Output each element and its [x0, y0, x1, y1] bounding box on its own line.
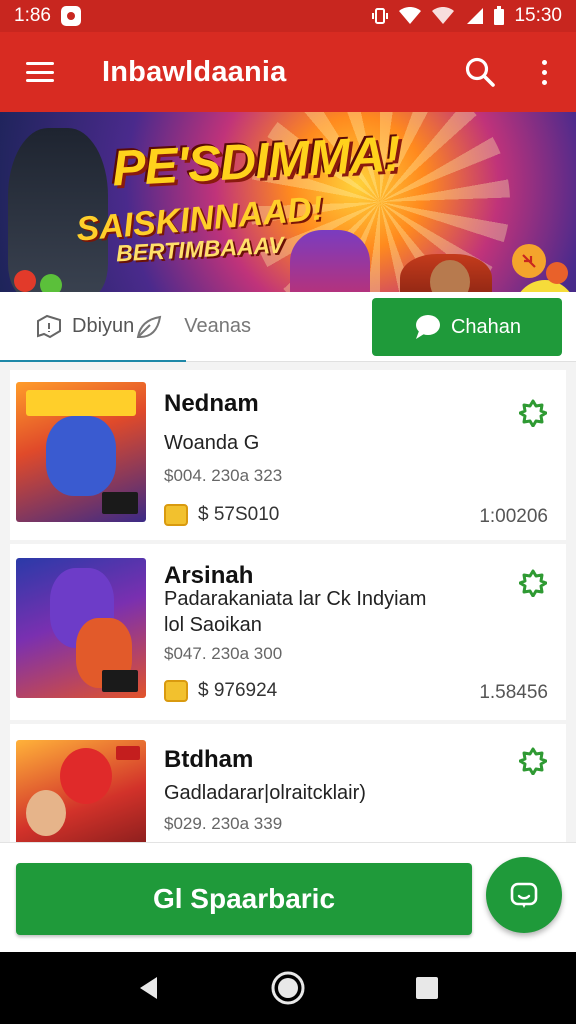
chat-smile-icon	[510, 882, 538, 908]
list-item[interactable]: Arsinah Padarakaniata lar Ck Indyiam lol…	[10, 544, 566, 720]
item-total: 1.58456	[479, 682, 548, 703]
item-price-value: $ 976924	[198, 680, 278, 701]
more-options-button[interactable]	[512, 32, 576, 112]
item-meta: $029. 230a 339	[164, 814, 283, 833]
recents-icon	[415, 977, 438, 999]
badge-star-icon	[519, 569, 547, 597]
game-list: Nednam Woanda G $004. 230a 323 $ 57S010 …	[0, 362, 576, 842]
game-thumbnail	[16, 558, 146, 698]
battery-icon	[494, 6, 505, 25]
coin-icon	[164, 680, 188, 702]
tab-dbiyun[interactable]: Dbiyun	[0, 292, 187, 363]
item-meta: $004. 230a 323	[164, 466, 283, 485]
list-item[interactable]: Nednam Woanda G $004. 230a 323 $ 57S010 …	[10, 370, 566, 540]
app-title: Inbawldaania	[102, 55, 287, 88]
chat-bubble-icon	[415, 315, 440, 339]
item-name: Arsinah	[164, 562, 254, 589]
vibrate-icon	[372, 8, 389, 24]
status-time-right: 15:30	[514, 5, 562, 26]
promo-banner[interactable]: PE'SDIMMA! SAISKINNAAD! BERTIMBAAAV	[0, 112, 576, 292]
nav-recents-button[interactable]	[397, 958, 457, 1018]
wifi-icon	[399, 7, 422, 24]
banner-fruit	[546, 262, 568, 284]
chat-button-label: Chahan	[450, 315, 522, 338]
back-icon	[140, 977, 158, 999]
banner-badge-icon[interactable]	[512, 244, 546, 278]
primary-action-button[interactable]: Gl Spaarbaric	[16, 863, 472, 935]
item-subtitle: Padarakaniata lar Ck Indyiam	[164, 588, 427, 610]
tab-label: Veanas	[184, 315, 251, 337]
search-icon	[465, 57, 495, 87]
home-icon	[271, 971, 305, 1005]
app-screen: 1:86 15:30 Inbawldaania PE'SDIMMA! SAISK…	[0, 0, 576, 1024]
chat-fab-button[interactable]	[486, 857, 562, 933]
item-subtitle: Gadladarar|olraitcklair)	[164, 782, 366, 804]
tab-veanas[interactable]: Veanas	[134, 292, 251, 362]
app-bar: Inbawldaania	[0, 32, 576, 112]
banner-character-guitarist	[290, 230, 370, 292]
badge-star-icon	[519, 747, 547, 775]
item-price-value: $ 57S010	[198, 504, 280, 525]
item-meta: $047. 230a 300	[164, 644, 283, 663]
menu-button[interactable]	[0, 32, 80, 112]
search-button[interactable]	[448, 32, 512, 112]
wifi-2-icon	[432, 7, 455, 24]
leaf-icon	[137, 315, 162, 338]
item-subtitle-2: lol Saoikan	[164, 614, 262, 636]
notification-icon	[60, 6, 81, 26]
favorite-button[interactable]	[518, 398, 548, 428]
coin-icon	[164, 504, 188, 526]
item-price: $ 57S010	[164, 504, 279, 526]
item-price: $ 976924	[164, 680, 277, 702]
favorite-button[interactable]	[518, 568, 548, 598]
item-subtitle: Woanda G	[164, 432, 260, 454]
banner-character-toy	[514, 280, 576, 292]
badge-star-icon	[519, 399, 547, 427]
system-nav-bar	[0, 952, 576, 1024]
favorite-button[interactable]	[518, 746, 548, 776]
menu-icon	[26, 62, 54, 82]
banner-fruit	[40, 274, 62, 292]
tab-label: Dbiyun	[72, 315, 135, 337]
banner-fruit	[14, 270, 36, 292]
item-name: Btdham	[164, 746, 254, 773]
nav-back-button[interactable]	[119, 958, 179, 1018]
bottom-action-bar: Gl Spaarbaric	[0, 842, 576, 952]
chat-button[interactable]: Chahan	[372, 298, 562, 356]
nav-home-button[interactable]	[258, 958, 318, 1018]
more-vert-icon	[541, 59, 547, 85]
game-thumbnail	[16, 382, 146, 522]
status-time-left: 1:86	[14, 5, 51, 26]
item-total: 1:00206	[479, 506, 548, 527]
status-bar: 1:86 15:30	[0, 0, 576, 32]
tab-bar: Dbiyun Veanas Chahan	[0, 292, 576, 363]
game-thumbnail	[16, 740, 146, 842]
list-item[interactable]: Btdham Gadladarar|olraitcklair) $029. 23…	[10, 724, 566, 842]
signal-icon	[467, 8, 484, 24]
chat-outline-icon	[37, 314, 61, 338]
item-name: Nednam	[164, 390, 259, 417]
